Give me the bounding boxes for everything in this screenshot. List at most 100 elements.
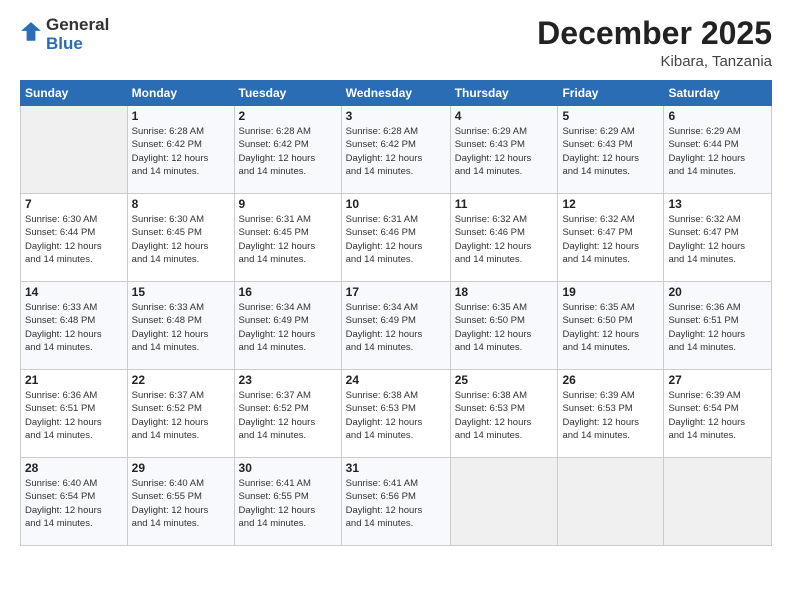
- day-info: Sunrise: 6:31 AM Sunset: 6:45 PM Dayligh…: [239, 213, 337, 266]
- day-info: Sunrise: 6:38 AM Sunset: 6:53 PM Dayligh…: [455, 389, 554, 442]
- header: General Blue December 2025 Kibara, Tanza…: [20, 16, 772, 70]
- day-number: 4: [455, 109, 554, 123]
- calendar-cell: 14 Sunrise: 6:33 AM Sunset: 6:48 PM Dayli…: [21, 282, 128, 370]
- calendar-cell: 9 Sunrise: 6:31 AM Sunset: 6:45 PM Daylig…: [234, 194, 341, 282]
- day-header-tuesday: Tuesday: [234, 81, 341, 106]
- calendar-cell: 13 Sunrise: 6:32 AM Sunset: 6:47 PM Dayli…: [664, 194, 772, 282]
- day-number: 18: [455, 285, 554, 299]
- day-number: 16: [239, 285, 337, 299]
- calendar-cell: 24Sunrise: 6:38 AM Sunset: 6:53 PM Dayli…: [341, 370, 450, 458]
- day-number: 6: [668, 109, 767, 123]
- day-info: Sunrise: 6:28 AM Sunset: 6:42 PM Dayligh…: [132, 125, 230, 178]
- calendar-cell: 12Sunrise: 6:32 AM Sunset: 6:47 PM Dayli…: [558, 194, 664, 282]
- day-info: Sunrise: 6:39 AM Sunset: 6:53 PM Dayligh…: [562, 389, 659, 442]
- day-number: 25: [455, 373, 554, 387]
- day-number: 3: [346, 109, 446, 123]
- day-number: 31: [346, 461, 446, 475]
- day-info: Sunrise: 6:40 AM Sunset: 6:55 PM Dayligh…: [132, 477, 230, 530]
- location: Kibara, Tanzania: [537, 53, 772, 70]
- logo-icon: [20, 21, 42, 43]
- day-header-wednesday: Wednesday: [341, 81, 450, 106]
- day-info: Sunrise: 6:33 AM Sunset: 6:48 PM Dayligh…: [132, 301, 230, 354]
- day-number: 20: [668, 285, 767, 299]
- day-info: Sunrise: 6:34 AM Sunset: 6:49 PM Dayligh…: [239, 301, 337, 354]
- calendar-cell: 27 Sunrise: 6:39 AM Sunset: 6:54 PM Dayli…: [664, 370, 772, 458]
- week-row-5: 28Sunrise: 6:40 AM Sunset: 6:54 PM Dayli…: [21, 458, 772, 546]
- day-header-saturday: Saturday: [664, 81, 772, 106]
- calendar-cell: 30Sunrise: 6:41 AM Sunset: 6:55 PM Dayli…: [234, 458, 341, 546]
- calendar-cell: 1 Sunrise: 6:28 AM Sunset: 6:42 PM Daylig…: [127, 106, 234, 194]
- day-number: 14: [25, 285, 123, 299]
- day-info: Sunrise: 6:33 AM Sunset: 6:48 PM Dayligh…: [25, 301, 123, 354]
- day-number: 10: [346, 197, 446, 211]
- day-number: 19: [562, 285, 659, 299]
- calendar-body: 1 Sunrise: 6:28 AM Sunset: 6:42 PM Daylig…: [21, 106, 772, 546]
- day-info: Sunrise: 6:35 AM Sunset: 6:50 PM Dayligh…: [562, 301, 659, 354]
- calendar-cell: 4 Sunrise: 6:29 AM Sunset: 6:43 PM Daylig…: [450, 106, 558, 194]
- calendar-cell: 23Sunrise: 6:37 AM Sunset: 6:52 PM Dayli…: [234, 370, 341, 458]
- month-title: December 2025: [537, 16, 772, 51]
- days-header-row: SundayMondayTuesdayWednesdayThursdayFrid…: [21, 81, 772, 106]
- week-row-2: 7 Sunrise: 6:30 AM Sunset: 6:44 PM Daylig…: [21, 194, 772, 282]
- day-info: Sunrise: 6:36 AM Sunset: 6:51 PM Dayligh…: [668, 301, 767, 354]
- day-info: Sunrise: 6:34 AM Sunset: 6:49 PM Dayligh…: [346, 301, 446, 354]
- day-info: Sunrise: 6:28 AM Sunset: 6:42 PM Dayligh…: [239, 125, 337, 178]
- day-number: 21: [25, 373, 123, 387]
- day-info: Sunrise: 6:36 AM Sunset: 6:51 PM Dayligh…: [25, 389, 123, 442]
- day-number: 27: [668, 373, 767, 387]
- day-info: Sunrise: 6:37 AM Sunset: 6:52 PM Dayligh…: [239, 389, 337, 442]
- day-number: 12: [562, 197, 659, 211]
- day-number: 17: [346, 285, 446, 299]
- day-info: Sunrise: 6:38 AM Sunset: 6:53 PM Dayligh…: [346, 389, 446, 442]
- day-header-friday: Friday: [558, 81, 664, 106]
- day-info: Sunrise: 6:31 AM Sunset: 6:46 PM Dayligh…: [346, 213, 446, 266]
- week-row-3: 14 Sunrise: 6:33 AM Sunset: 6:48 PM Dayli…: [21, 282, 772, 370]
- day-info: Sunrise: 6:39 AM Sunset: 6:54 PM Dayligh…: [668, 389, 767, 442]
- calendar-cell: 17 Sunrise: 6:34 AM Sunset: 6:49 PM Dayli…: [341, 282, 450, 370]
- day-number: 2: [239, 109, 337, 123]
- calendar-cell: 20 Sunrise: 6:36 AM Sunset: 6:51 PM Dayli…: [664, 282, 772, 370]
- calendar-cell: 28Sunrise: 6:40 AM Sunset: 6:54 PM Dayli…: [21, 458, 128, 546]
- calendar-cell: 18 Sunrise: 6:35 AM Sunset: 6:50 PM Dayli…: [450, 282, 558, 370]
- calendar-cell: 8 Sunrise: 6:30 AM Sunset: 6:45 PM Daylig…: [127, 194, 234, 282]
- day-info: Sunrise: 6:41 AM Sunset: 6:56 PM Dayligh…: [346, 477, 446, 530]
- calendar-cell: 6 Sunrise: 6:29 AM Sunset: 6:44 PM Daylig…: [664, 106, 772, 194]
- day-info: Sunrise: 6:30 AM Sunset: 6:44 PM Dayligh…: [25, 213, 123, 266]
- day-header-monday: Monday: [127, 81, 234, 106]
- day-number: 7: [25, 197, 123, 211]
- day-info: Sunrise: 6:30 AM Sunset: 6:45 PM Dayligh…: [132, 213, 230, 266]
- day-number: 22: [132, 373, 230, 387]
- day-number: 8: [132, 197, 230, 211]
- day-number: 28: [25, 461, 123, 475]
- calendar-cell: 31 Sunrise: 6:41 AM Sunset: 6:56 PM Dayli…: [341, 458, 450, 546]
- day-number: 29: [132, 461, 230, 475]
- day-number: 9: [239, 197, 337, 211]
- calendar-cell: [558, 458, 664, 546]
- day-info: Sunrise: 6:37 AM Sunset: 6:52 PM Dayligh…: [132, 389, 230, 442]
- day-number: 5: [562, 109, 659, 123]
- title-block: December 2025 Kibara, Tanzania: [537, 16, 772, 70]
- calendar-table: SundayMondayTuesdayWednesdayThursdayFrid…: [20, 80, 772, 546]
- day-number: 13: [668, 197, 767, 211]
- logo-blue: Blue: [46, 35, 109, 54]
- calendar-cell: 16 Sunrise: 6:34 AM Sunset: 6:49 PM Dayli…: [234, 282, 341, 370]
- day-info: Sunrise: 6:29 AM Sunset: 6:44 PM Dayligh…: [668, 125, 767, 178]
- day-number: 11: [455, 197, 554, 211]
- day-number: 1: [132, 109, 230, 123]
- calendar-cell: 22 Sunrise: 6:37 AM Sunset: 6:52 PM Dayli…: [127, 370, 234, 458]
- calendar-cell: [664, 458, 772, 546]
- calendar-cell: [21, 106, 128, 194]
- day-info: Sunrise: 6:32 AM Sunset: 6:47 PM Dayligh…: [668, 213, 767, 266]
- day-header-sunday: Sunday: [21, 81, 128, 106]
- calendar-cell: 29 Sunrise: 6:40 AM Sunset: 6:55 PM Dayli…: [127, 458, 234, 546]
- calendar-cell: 2 Sunrise: 6:28 AM Sunset: 6:42 PM Daylig…: [234, 106, 341, 194]
- day-info: Sunrise: 6:32 AM Sunset: 6:46 PM Dayligh…: [455, 213, 554, 266]
- day-info: Sunrise: 6:29 AM Sunset: 6:43 PM Dayligh…: [562, 125, 659, 178]
- calendar-cell: 25 Sunrise: 6:38 AM Sunset: 6:53 PM Dayli…: [450, 370, 558, 458]
- calendar-cell: 7 Sunrise: 6:30 AM Sunset: 6:44 PM Daylig…: [21, 194, 128, 282]
- day-info: Sunrise: 6:41 AM Sunset: 6:55 PM Dayligh…: [239, 477, 337, 530]
- day-info: Sunrise: 6:35 AM Sunset: 6:50 PM Dayligh…: [455, 301, 554, 354]
- day-info: Sunrise: 6:29 AM Sunset: 6:43 PM Dayligh…: [455, 125, 554, 178]
- calendar-cell: 15Sunrise: 6:33 AM Sunset: 6:48 PM Dayli…: [127, 282, 234, 370]
- calendar-cell: 5 Sunrise: 6:29 AM Sunset: 6:43 PM Daylig…: [558, 106, 664, 194]
